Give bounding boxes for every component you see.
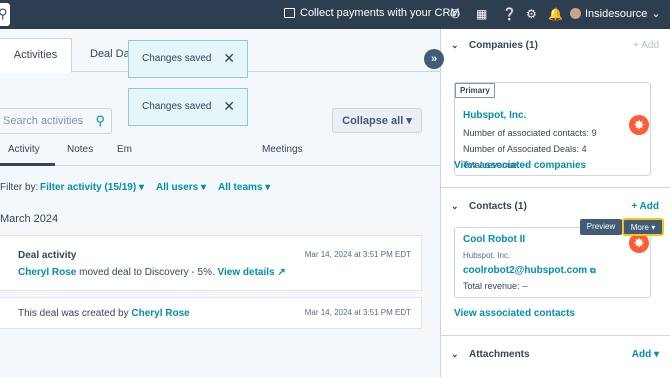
caret-down-icon: ▾ xyxy=(265,182,271,193)
close-icon[interactable]: ✕ xyxy=(223,98,235,115)
chevron-down-icon: ⌄ xyxy=(451,201,459,211)
subtab-emails[interactable]: Em xyxy=(117,144,132,155)
chevron-down-icon: ⌄ xyxy=(451,349,459,359)
notifications-bell-icon[interactable]: 🔔 xyxy=(548,6,563,22)
hubspot-logo-icon: ✸ xyxy=(629,115,649,135)
contact-email-link[interactable]: coolrobot2@hubspot.com ⧉ xyxy=(463,265,596,276)
contact-card: Cool Robot II Hubspot, Inc. coolrobot2@h… xyxy=(454,227,651,298)
payments-icon xyxy=(284,8,295,18)
view-details-link[interactable]: View details ↗ xyxy=(218,267,286,278)
search-icon: ⚲ xyxy=(0,6,8,21)
collapse-all-button[interactable]: Collapse all ▾ xyxy=(332,108,422,133)
filter-users-dropdown[interactable]: All users ▾ xyxy=(156,182,206,193)
search-icon: ⚲ xyxy=(95,113,105,128)
view-associated-companies-link[interactable]: View associated companies xyxy=(454,160,586,171)
section-divider xyxy=(441,187,670,188)
global-search-button[interactable]: ⚲ xyxy=(0,3,10,26)
activity-body: Cheryl Rose moved deal to Discovery - 5%… xyxy=(18,267,286,278)
top-nav: ⚲ Collect payments with your CRM ✆ ▦ ❔ ⚙… xyxy=(0,0,670,29)
primary-badge: Primary xyxy=(455,83,495,98)
associated-deals-count: Number of Associated Deals: 4 xyxy=(463,144,587,154)
marketplace-icon[interactable]: ▦ xyxy=(476,6,487,22)
activity-title: Deal activity xyxy=(18,250,77,261)
add-company-button[interactable]: + Add xyxy=(633,40,659,51)
chevron-down-icon: ⌄ xyxy=(451,40,459,50)
activity-card[interactable]: Deal activity Mar 14, 2024 at 3:51 PM ED… xyxy=(0,235,422,291)
subtab-meetings[interactable]: Meetings xyxy=(262,144,303,155)
activity-timestamp: Mar 14, 2024 at 3:51 PM EDT xyxy=(304,308,411,317)
caret-down-icon: ▾ xyxy=(651,223,656,232)
contact-company: Hubspot, Inc. xyxy=(463,251,511,260)
changes-saved-toast: Changes saved ✕ xyxy=(128,40,248,78)
activity-timestamp: Mar 14, 2024 at 3:51 PM EDT xyxy=(304,250,411,259)
filter-activity-dropdown[interactable]: Filter activity (15/19) ▾ xyxy=(40,182,144,193)
association-sidebar: ⌄ Companies (1) + Add Primary Hubspot, I… xyxy=(440,29,670,377)
actor-link[interactable]: Cheryl Rose xyxy=(131,308,189,319)
search-activities-input[interactable]: Search activities ⚲ xyxy=(0,108,112,134)
actor-link[interactable]: Cheryl Rose xyxy=(18,267,76,278)
caret-down-icon: ▾ xyxy=(201,182,207,193)
sidebar-toggle-button[interactable]: » xyxy=(424,49,444,69)
company-name-link[interactable]: Hubspot, Inc. xyxy=(463,110,526,121)
collect-payments-link[interactable]: Collect payments with your CRM xyxy=(284,7,460,19)
section-divider xyxy=(441,335,670,336)
tab-activities[interactable]: Activities xyxy=(0,38,72,73)
active-tab-indicator xyxy=(0,163,55,166)
account-menu[interactable]: Insidesource ⌄ xyxy=(570,7,661,20)
phone-icon[interactable]: ✆ xyxy=(450,6,460,22)
view-associated-contacts-link[interactable]: View associated contacts xyxy=(454,308,575,319)
hubspot-logo-icon: ✸ xyxy=(629,233,649,253)
month-heading: March 2024 xyxy=(0,213,59,225)
double-chevron-right-icon: » xyxy=(430,53,438,65)
filter-teams-dropdown[interactable]: All teams ▾ xyxy=(218,182,270,193)
associated-contacts-count: Number of associated contacts: 9 xyxy=(463,128,597,138)
settings-gear-icon[interactable]: ⚙ xyxy=(526,6,537,22)
total-revenue: Total revenue: -- xyxy=(463,281,529,291)
subtab-notes[interactable]: Notes xyxy=(67,144,93,155)
chevron-down-icon: ⌄ xyxy=(651,8,661,20)
caret-down-icon: ▾ xyxy=(406,115,412,127)
subtab-activity[interactable]: Activity xyxy=(8,144,40,155)
copy-icon[interactable]: ⧉ xyxy=(590,266,596,275)
help-icon[interactable]: ❔ xyxy=(502,6,517,22)
preview-button[interactable]: Preview xyxy=(580,219,622,235)
activity-body: This deal was created by Cheryl Rose xyxy=(18,308,190,319)
close-icon[interactable]: ✕ xyxy=(223,50,235,67)
more-button[interactable]: More ▾ xyxy=(622,218,664,236)
add-attachment-button[interactable]: Add ▾ xyxy=(632,349,659,360)
add-contact-button[interactable]: + Add xyxy=(631,201,659,212)
contact-name-link[interactable]: Cool Robot II xyxy=(463,234,525,245)
activity-panel: Activities Deal Data Search activities ⚲… xyxy=(0,29,440,377)
activity-type-tabs: Activity Notes Em Meetings xyxy=(0,139,440,166)
caret-down-icon: ▾ xyxy=(653,349,659,360)
changes-saved-toast: Changes saved ✕ xyxy=(128,88,248,126)
avatar xyxy=(570,8,581,19)
caret-down-icon: ▾ xyxy=(138,182,144,193)
activity-card[interactable]: This deal was created by Cheryl Rose Mar… xyxy=(0,297,422,329)
external-link-icon: ↗ xyxy=(277,267,286,278)
